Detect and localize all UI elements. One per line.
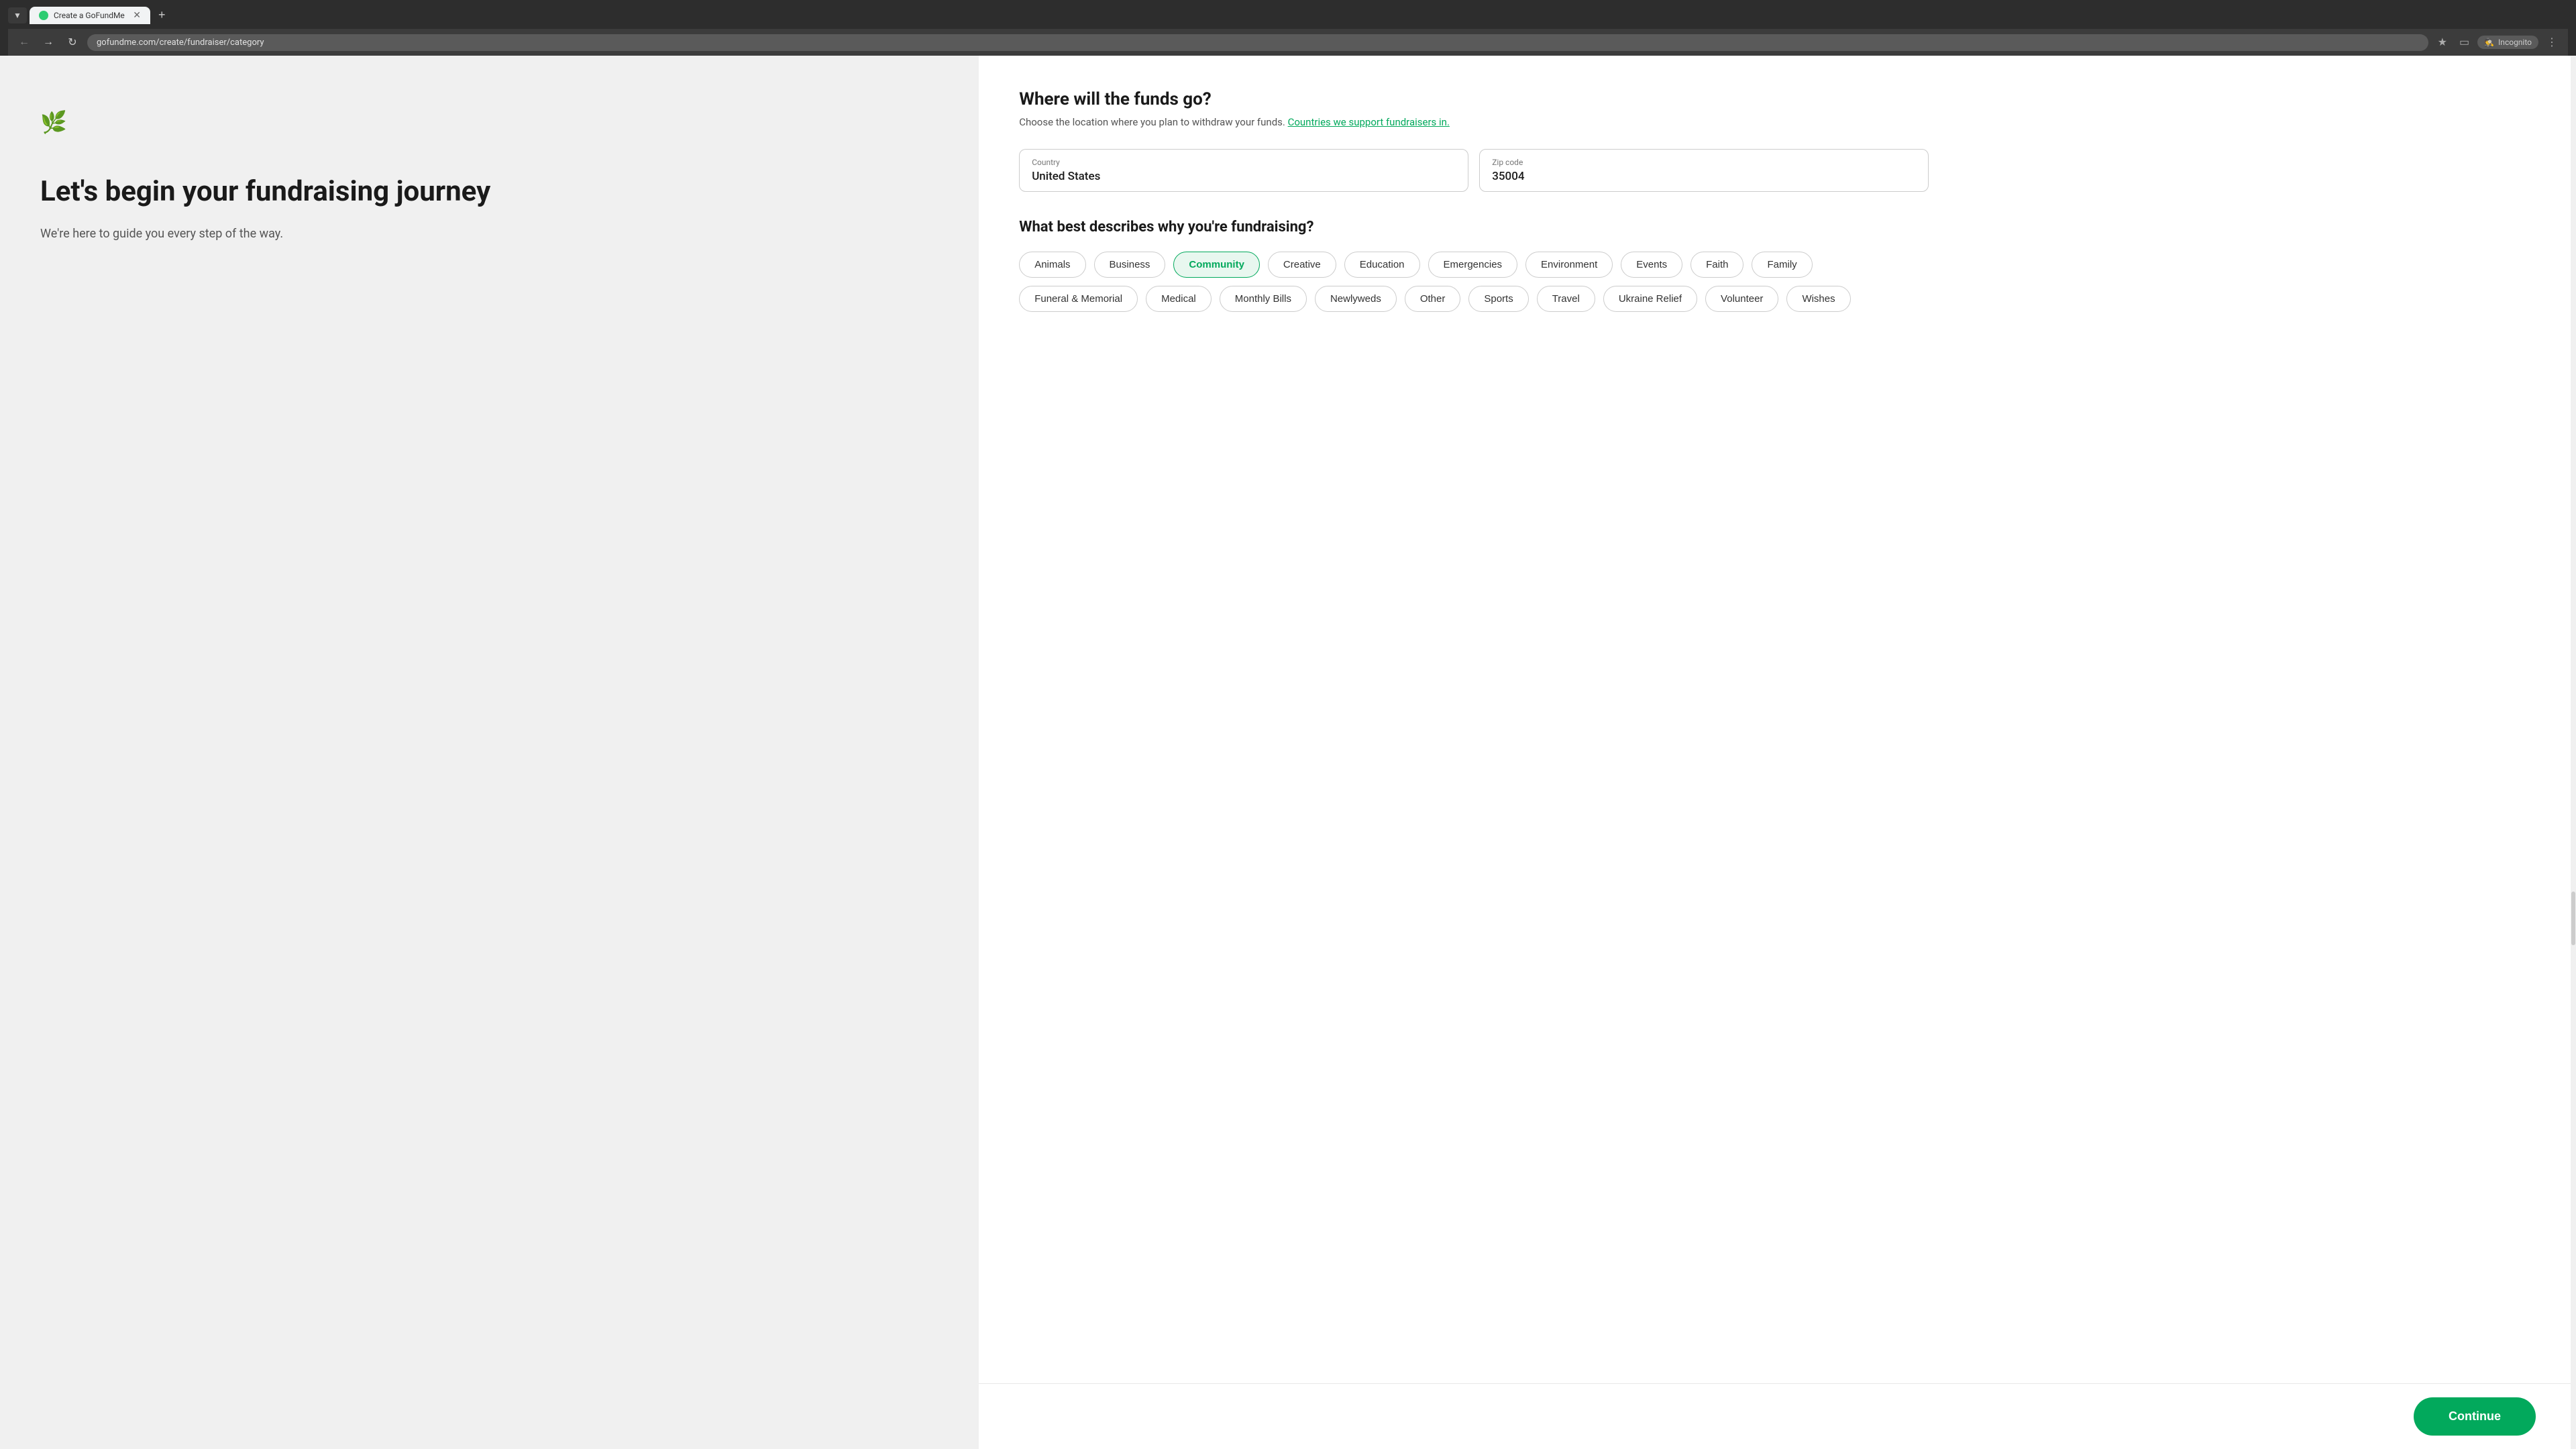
browser-tab-bar: ▼ Create a GoFundMe ✕ + — [8, 5, 2568, 25]
tab-title: Create a GoFundMe — [54, 11, 127, 20]
categories-grid: Animals Business Community Creative Educatio… — [1019, 252, 1929, 312]
bookmark-button[interactable]: ★ — [2434, 33, 2451, 52]
main-subheading: We're here to guide you every step of th… — [40, 225, 938, 243]
scrollbar-thumb — [2571, 892, 2575, 945]
main-heading: Let's begin your fundraising journey — [40, 175, 938, 209]
right-panel-wrapper: Where will the funds go? Choose the loca… — [979, 56, 2576, 1449]
zip-value: 35004 — [1492, 170, 1916, 183]
scrollbar[interactable] — [2571, 56, 2576, 1449]
page-content: 🌿 Let's begin your fundraising journey W… — [0, 56, 2576, 1449]
forward-button[interactable]: → — [39, 33, 58, 52]
tab-favicon — [39, 11, 48, 20]
address-bar[interactable]: gofundme.com/create/fundraiser/category — [87, 34, 2428, 51]
continue-button[interactable]: Continue — [2414, 1397, 2536, 1436]
country-field[interactable]: Country United States — [1019, 149, 1468, 192]
tab-close-button[interactable]: ✕ — [133, 11, 141, 20]
incognito-label: Incognito — [2498, 38, 2532, 47]
toolbar-actions: ★ ▭ 🕵 Incognito ⋮ — [2434, 33, 2561, 52]
category-pill-monthly-bills[interactable]: Monthly Bills — [1220, 286, 1307, 312]
category-pill-ukraine-relief[interactable]: Ukraine Relief — [1603, 286, 1697, 312]
incognito-badge: 🕵 Incognito — [2477, 36, 2538, 49]
category-pill-medical[interactable]: Medical — [1146, 286, 1212, 312]
category-pill-wishes[interactable]: Wishes — [1786, 286, 1850, 312]
category-pill-funeral[interactable]: Funeral & Memorial — [1019, 286, 1138, 312]
category-pill-education[interactable]: Education — [1344, 252, 1420, 278]
category-pill-volunteer[interactable]: Volunteer — [1705, 286, 1778, 312]
funds-desc-text: Choose the location where you plan to wi… — [1019, 116, 1285, 128]
category-pill-events[interactable]: Events — [1621, 252, 1682, 278]
split-view-button[interactable]: ▭ — [2455, 33, 2473, 52]
location-row: Country United States Zip code 35004 — [1019, 149, 1929, 192]
footer-actions: Continue — [979, 1383, 2576, 1449]
new-tab-button[interactable]: + — [153, 5, 171, 25]
zip-label: Zip code — [1492, 158, 1916, 167]
logo: 🌿 — [40, 109, 938, 135]
countries-link[interactable]: Countries we support fundraisers in. — [1288, 116, 1450, 128]
category-pill-faith[interactable]: Faith — [1690, 252, 1743, 278]
category-pill-business[interactable]: Business — [1094, 252, 1166, 278]
menu-button[interactable]: ⋮ — [2542, 33, 2561, 52]
category-pill-creative[interactable]: Creative — [1268, 252, 1336, 278]
back-button[interactable]: ← — [15, 33, 34, 52]
reload-button[interactable]: ↻ — [63, 33, 82, 52]
incognito-icon: 🕵 — [2484, 38, 2494, 47]
category-pill-family[interactable]: Family — [1752, 252, 1812, 278]
active-browser-tab[interactable]: Create a GoFundMe ✕ — [30, 7, 150, 24]
browser-toolbar: ← → ↻ gofundme.com/create/fundraiser/cat… — [8, 29, 2568, 56]
category-section-title: What best describes why you're fundraisi… — [1019, 219, 1929, 235]
category-pill-emergencies[interactable]: Emergencies — [1428, 252, 1518, 278]
country-value: United States — [1032, 170, 1456, 183]
browser-chrome: ▼ Create a GoFundMe ✕ + ← → ↻ gofundme.c… — [0, 0, 2576, 56]
category-pill-other[interactable]: Other — [1405, 286, 1461, 312]
logo-icon: 🌿 — [40, 109, 67, 135]
category-pill-newlyweds[interactable]: Newlyweds — [1315, 286, 1397, 312]
funds-section-desc: Choose the location where you plan to wi… — [1019, 115, 1929, 130]
right-panel: Where will the funds go? Choose the loca… — [979, 56, 1969, 372]
left-panel: 🌿 Let's begin your fundraising journey W… — [0, 56, 979, 1449]
country-label: Country — [1032, 158, 1456, 167]
category-pill-sports[interactable]: Sports — [1468, 286, 1528, 312]
url-display: gofundme.com/create/fundraiser/category — [97, 38, 2419, 48]
category-pill-community[interactable]: Community — [1173, 252, 1260, 278]
zip-field[interactable]: Zip code 35004 — [1479, 149, 1929, 192]
category-pill-environment[interactable]: Environment — [1525, 252, 1613, 278]
category-pill-travel[interactable]: Travel — [1537, 286, 1595, 312]
funds-section-title: Where will the funds go? — [1019, 89, 1929, 109]
tab-switcher-button[interactable]: ▼ — [8, 7, 27, 23]
category-pill-animals[interactable]: Animals — [1019, 252, 1085, 278]
